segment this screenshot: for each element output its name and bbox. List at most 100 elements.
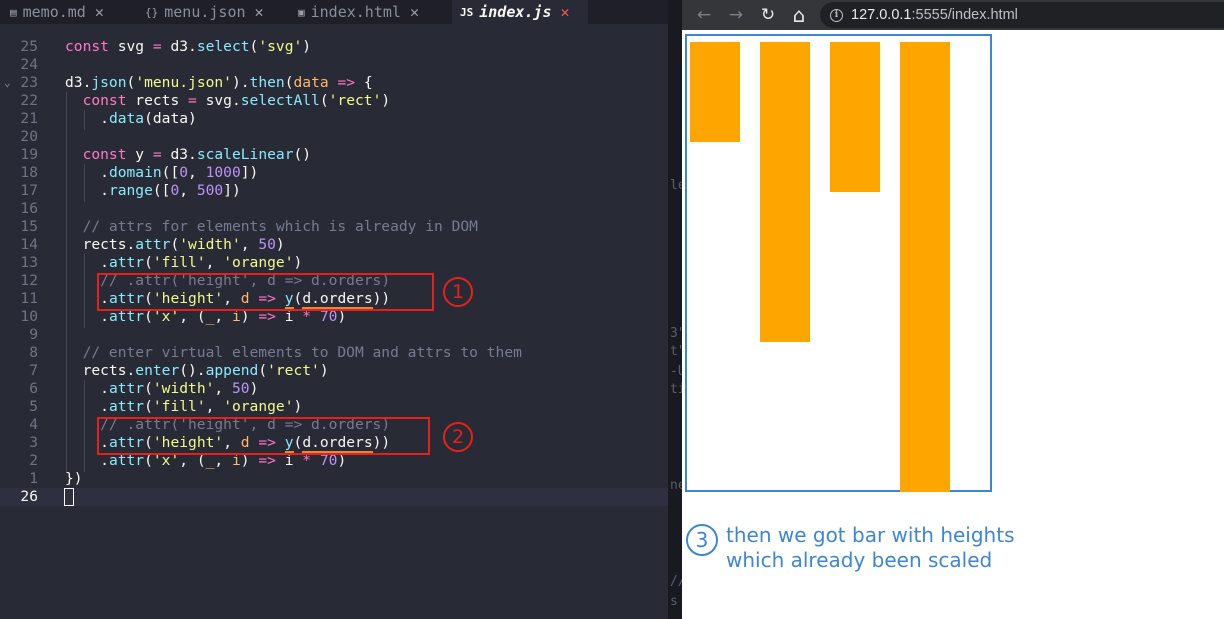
- back-arrow-icon[interactable]: ←: [692, 3, 716, 27]
- code-text[interactable]: rects.enter().append('rect'): [65, 362, 329, 380]
- code-line[interactable]: ⌄ 23 d3.json('menu.json').then(data => {: [0, 74, 668, 92]
- address-bar[interactable]: i 127.0.0.1:5555/index.html: [820, 2, 1224, 28]
- site-info-icon[interactable]: i: [830, 8, 843, 22]
- close-icon[interactable]: ✕: [410, 3, 419, 21]
- page-viewport: 3 then we got bar with heights which alr…: [682, 30, 1224, 619]
- line-number: 1: [29, 470, 38, 487]
- bar: [830, 42, 880, 192]
- markdown-file-icon: ▤: [10, 5, 17, 19]
- tab-index-js[interactable]: JS index.js ✕: [452, 0, 588, 24]
- tab-label: menu.json: [164, 3, 246, 21]
- close-icon[interactable]: ✕: [255, 3, 264, 21]
- code-line[interactable]: 15 // attrs for elements which is alread…: [0, 218, 668, 236]
- json-file-icon: {}: [145, 5, 159, 19]
- tab-index-html[interactable]: ▣ index.html ✕: [298, 0, 419, 24]
- code-line[interactable]: 22 const rects = svg.selectAll('rect'): [0, 92, 668, 110]
- code-text[interactable]: d3.json('menu.json').then(data => {: [65, 74, 373, 92]
- close-icon[interactable]: ✕: [95, 3, 104, 21]
- code-text[interactable]: const rects = svg.selectAll('rect'): [65, 92, 391, 110]
- line-number: 9: [29, 326, 38, 343]
- line-number: 4: [29, 416, 38, 433]
- code-line[interactable]: 16: [0, 200, 668, 218]
- reload-icon[interactable]: ↻: [756, 3, 780, 27]
- code-line[interactable]: 9: [0, 326, 668, 344]
- url-text: 127.0.0.1:5555/index.html: [851, 7, 1018, 23]
- line-number: 20: [20, 128, 38, 145]
- code-line[interactable]: 8 // enter virtual elements to DOM and a…: [0, 344, 668, 362]
- line-number: 16: [20, 200, 38, 217]
- line-number: 21: [20, 110, 38, 127]
- tab-label: memo.md: [22, 3, 86, 21]
- forward-arrow-icon[interactable]: →: [724, 3, 748, 27]
- code-line[interactable]: 6 .attr('width', 50): [0, 380, 668, 398]
- code-text[interactable]: // enter virtual elements to DOM and att…: [65, 344, 522, 362]
- code-line[interactable]: 25 const svg = d3.select('svg'): [0, 38, 668, 56]
- code-text[interactable]: // attrs for elements which is already i…: [65, 218, 478, 236]
- bars-group: [690, 42, 950, 492]
- highlight-box-1: [97, 273, 434, 311]
- tab-label: index.js: [479, 3, 552, 21]
- code-line[interactable]: 14 rects.attr('width', 50): [0, 236, 668, 254]
- line-number: 18: [20, 164, 38, 181]
- code-text[interactable]: const svg = d3.select('svg'): [65, 38, 311, 56]
- bar: [760, 42, 810, 342]
- code-line[interactable]: 13 .attr('fill', 'orange'): [0, 254, 668, 272]
- annotation-number-1: 1: [443, 277, 473, 307]
- line-number: 22: [20, 92, 38, 109]
- caption-line-1: then we got bar with heights: [726, 523, 1015, 547]
- code-line[interactable]: 17 .range([0, 500]): [0, 182, 668, 200]
- line-number: 6: [29, 380, 38, 397]
- annotation-number-2: 2: [443, 422, 473, 452]
- line-number: 23: [20, 74, 38, 91]
- line-number: 11: [20, 290, 38, 307]
- caption-line-2: which already been scaled: [726, 548, 993, 572]
- code-line[interactable]: 7 rects.enter().append('rect'): [0, 362, 668, 380]
- home-icon[interactable]: ⌂: [787, 3, 811, 27]
- highlight-box-2: [97, 417, 430, 455]
- line-number: 10: [20, 308, 38, 325]
- code-text[interactable]: const y = d3.scaleLinear(): [65, 146, 311, 164]
- line-number: 17: [20, 182, 38, 199]
- line-number: 8: [29, 344, 38, 361]
- tab-menu-json[interactable]: {} menu.json ✕: [145, 0, 264, 24]
- code-line[interactable]: 5 .attr('fill', 'orange'): [0, 398, 668, 416]
- code-line[interactable]: 21 .data(data): [0, 110, 668, 128]
- bar-chart: [685, 34, 992, 492]
- close-icon[interactable]: ✕: [561, 3, 570, 21]
- line-number: 12: [20, 272, 38, 289]
- code-text[interactable]: .attr('fill', 'orange'): [65, 254, 302, 272]
- line-number: 5: [29, 398, 38, 415]
- code-line[interactable]: 24: [0, 56, 668, 74]
- bar: [690, 42, 740, 142]
- line-number: 7: [29, 362, 38, 379]
- javascript-file-icon: JS: [460, 5, 474, 19]
- line-number: 2: [29, 452, 38, 469]
- code-editor[interactable]: ▤ memo.md ✕ {} menu.json ✕ ▣ index.html …: [0, 0, 668, 619]
- html-file-icon: ▣: [298, 5, 305, 19]
- window-divider: le 3" t" -U ti ne // s: [668, 0, 682, 619]
- code-line[interactable]: 19 const y = d3.scaleLinear(): [0, 146, 668, 164]
- browser-toolbar: ← → ↻ ⌂ i 127.0.0.1:5555/index.html: [682, 0, 1224, 30]
- code-line[interactable]: 18 .domain([0, 1000]): [0, 164, 668, 182]
- code-line[interactable]: 1}): [0, 470, 668, 488]
- code-line[interactable]: 20: [0, 128, 668, 146]
- line-number: 15: [20, 218, 38, 235]
- editor-tab-bar: ▤ memo.md ✕ {} menu.json ✕ ▣ index.html …: [0, 0, 668, 24]
- code-text[interactable]: .data(data): [65, 110, 197, 128]
- code-text[interactable]: .attr('fill', 'orange'): [65, 398, 302, 416]
- browser-window: ← → ↻ ⌂ i 127.0.0.1:5555/index.html 3 th…: [682, 0, 1224, 619]
- tab-label: index.html: [310, 3, 401, 21]
- tab-memo-md[interactable]: ▤ memo.md ✕: [10, 0, 104, 24]
- line-number: 13: [20, 254, 38, 271]
- code-text[interactable]: .domain([0, 1000]): [65, 164, 258, 182]
- bar: [900, 42, 950, 492]
- line-number: 26: [20, 488, 38, 505]
- line-number: 19: [20, 146, 38, 163]
- code-text[interactable]: .range([0, 500]): [65, 182, 241, 200]
- code-text[interactable]: .attr('width', 50): [65, 380, 258, 398]
- code-text[interactable]: }): [65, 470, 83, 488]
- line-number: 24: [20, 56, 38, 73]
- code-line[interactable]: 26: [0, 488, 668, 506]
- code-text[interactable]: rects.attr('width', 50): [65, 236, 285, 254]
- text-cursor: [64, 488, 74, 506]
